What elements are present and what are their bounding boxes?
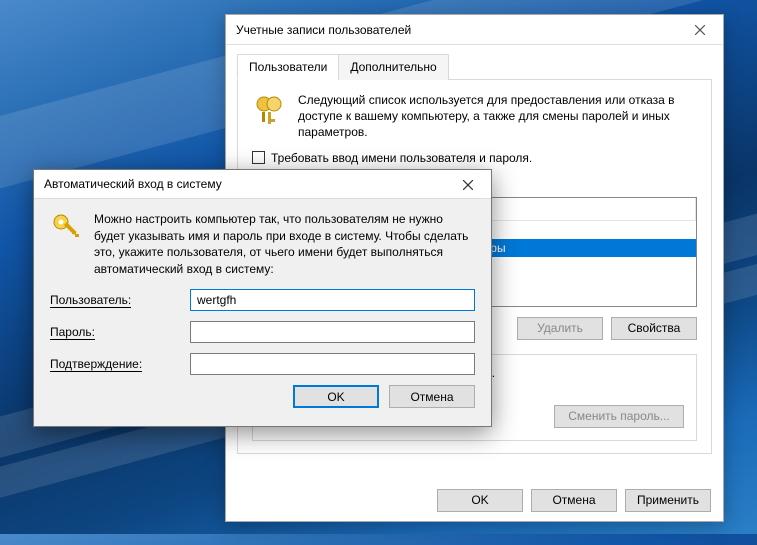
auto-login-dialog: Автоматический вход в систему Можно наст…: [33, 169, 492, 427]
row-user: Пользователь:: [50, 289, 475, 311]
close-icon: [695, 25, 705, 35]
cancel-button[interactable]: Отмена: [531, 489, 617, 512]
checkbox-label: Требовать ввод имени пользователя и паро…: [271, 151, 532, 165]
properties-button[interactable]: Свойства: [611, 317, 697, 340]
intro-text: Следующий список используется для предос…: [298, 92, 697, 141]
row-password: Пароль:: [50, 321, 475, 343]
users-keys-icon: [252, 92, 288, 128]
tab-users[interactable]: Пользователи: [237, 54, 339, 80]
confirm-input[interactable]: [190, 353, 475, 375]
require-credentials-checkbox[interactable]: Требовать ввод имени пользователя и паро…: [252, 151, 697, 165]
ok-button[interactable]: OK: [437, 489, 523, 512]
apply-button[interactable]: Применить: [625, 489, 711, 512]
close-button[interactable]: [445, 170, 491, 199]
change-password-button[interactable]: Сменить пароль...: [554, 405, 684, 428]
dialog-buttons: OK Отмена Применить: [226, 479, 723, 521]
window-title: Автоматический вход в систему: [44, 177, 222, 191]
intro-text: Можно настроить компьютер так, что польз…: [94, 211, 475, 277]
user-input[interactable]: [190, 289, 475, 311]
label-user: Пользователь:: [50, 293, 190, 307]
close-button[interactable]: [677, 15, 723, 45]
key-icon: [50, 211, 82, 243]
cancel-button[interactable]: Отмена: [389, 385, 475, 408]
checkbox-icon: [252, 151, 265, 164]
titlebar[interactable]: Учетные записи пользователей: [226, 15, 723, 45]
tabstrip: Пользователи Дополнительно: [237, 53, 712, 80]
close-icon: [463, 180, 473, 190]
window-title: Учетные записи пользователей: [236, 23, 411, 37]
ok-button[interactable]: OK: [293, 385, 379, 408]
delete-button[interactable]: Удалить: [517, 317, 603, 340]
row-confirm: Подтверждение:: [50, 353, 475, 375]
tab-advanced[interactable]: Дополнительно: [338, 54, 448, 80]
titlebar[interactable]: Автоматический вход в систему: [34, 170, 491, 199]
label-password: Пароль:: [50, 325, 190, 339]
password-input[interactable]: [190, 321, 475, 343]
label-confirm: Подтверждение:: [50, 357, 190, 371]
